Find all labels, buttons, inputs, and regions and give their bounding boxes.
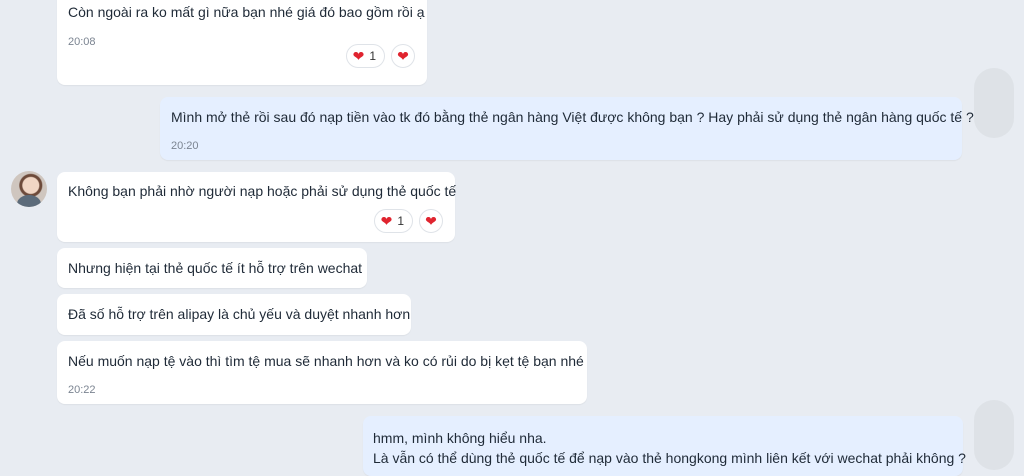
avatar-placeholder (974, 400, 1014, 470)
reaction-count: 1 (397, 214, 404, 228)
heart-icon: ❤ (380, 213, 393, 229)
message-bubble[interactable]: Còn ngoài ra ko mất gì nữa bạn nhé giá đ… (57, 0, 427, 85)
message-text: Đã số hỗ trợ trên alipay là chủ yếu và d… (68, 306, 411, 322)
message-time: 20:22 (68, 384, 96, 396)
message-bubble-outgoing[interactable]: hmm, mình không hiểu nha. Là vẫn có thể … (363, 416, 966, 476)
message-bubble[interactable]: Đã số hỗ trợ trên alipay là chủ yếu và d… (57, 294, 411, 335)
avatar-figure (17, 195, 41, 207)
message-text: Không bạn phải nhờ người nạp hoặc phải s… (68, 183, 457, 199)
avatar-placeholder (974, 68, 1014, 138)
message-text-line-2: Là vẫn có thể dùng thẻ quốc tế để nạp và… (373, 450, 966, 466)
react-heart-button[interactable]: ❤ (419, 209, 443, 233)
react-heart-button[interactable]: ❤ (391, 44, 415, 68)
message-text: Mình mở thẻ rồi sau đó nạp tiền vào tk đ… (171, 109, 974, 125)
reaction-row: ❤ 1 ❤ (373, 209, 443, 233)
message-time: 20:20 (171, 140, 199, 152)
heart-icon: ❤ (352, 48, 365, 64)
message-bubble-outgoing[interactable]: Mình mở thẻ rồi sau đó nạp tiền vào tk đ… (160, 97, 974, 160)
chat-area: Còn ngoài ra ko mất gì nữa bạn nhé giá đ… (0, 0, 1024, 476)
reaction-count: 1 (369, 49, 376, 63)
reaction-count-button[interactable]: ❤ 1 (345, 44, 385, 68)
message-bubble[interactable]: Không bạn phải nhờ người nạp hoặc phải s… (57, 172, 457, 242)
reaction-count-button[interactable]: ❤ 1 (373, 209, 413, 233)
message-text: Nếu muốn nạp tệ vào thì tìm tệ mua sẽ nh… (68, 353, 584, 369)
message-text: Nhưng hiện tại thẻ quốc tế ít hỗ trợ trê… (68, 260, 363, 276)
heart-icon: ❤ (397, 48, 409, 64)
message-bubble[interactable]: Nhưng hiện tại thẻ quốc tế ít hỗ trợ trê… (57, 248, 367, 288)
message-bubble[interactable]: Nếu muốn nạp tệ vào thì tìm tệ mua sẽ nh… (57, 341, 587, 404)
message-text: Còn ngoài ra ko mất gì nữa bạn nhé giá đ… (68, 4, 425, 20)
avatar[interactable] (11, 171, 47, 207)
heart-icon: ❤ (425, 213, 437, 229)
message-text-line-1: hmm, mình không hiểu nha. (373, 430, 547, 446)
reaction-row: ❤ 1 ❤ (345, 44, 415, 68)
